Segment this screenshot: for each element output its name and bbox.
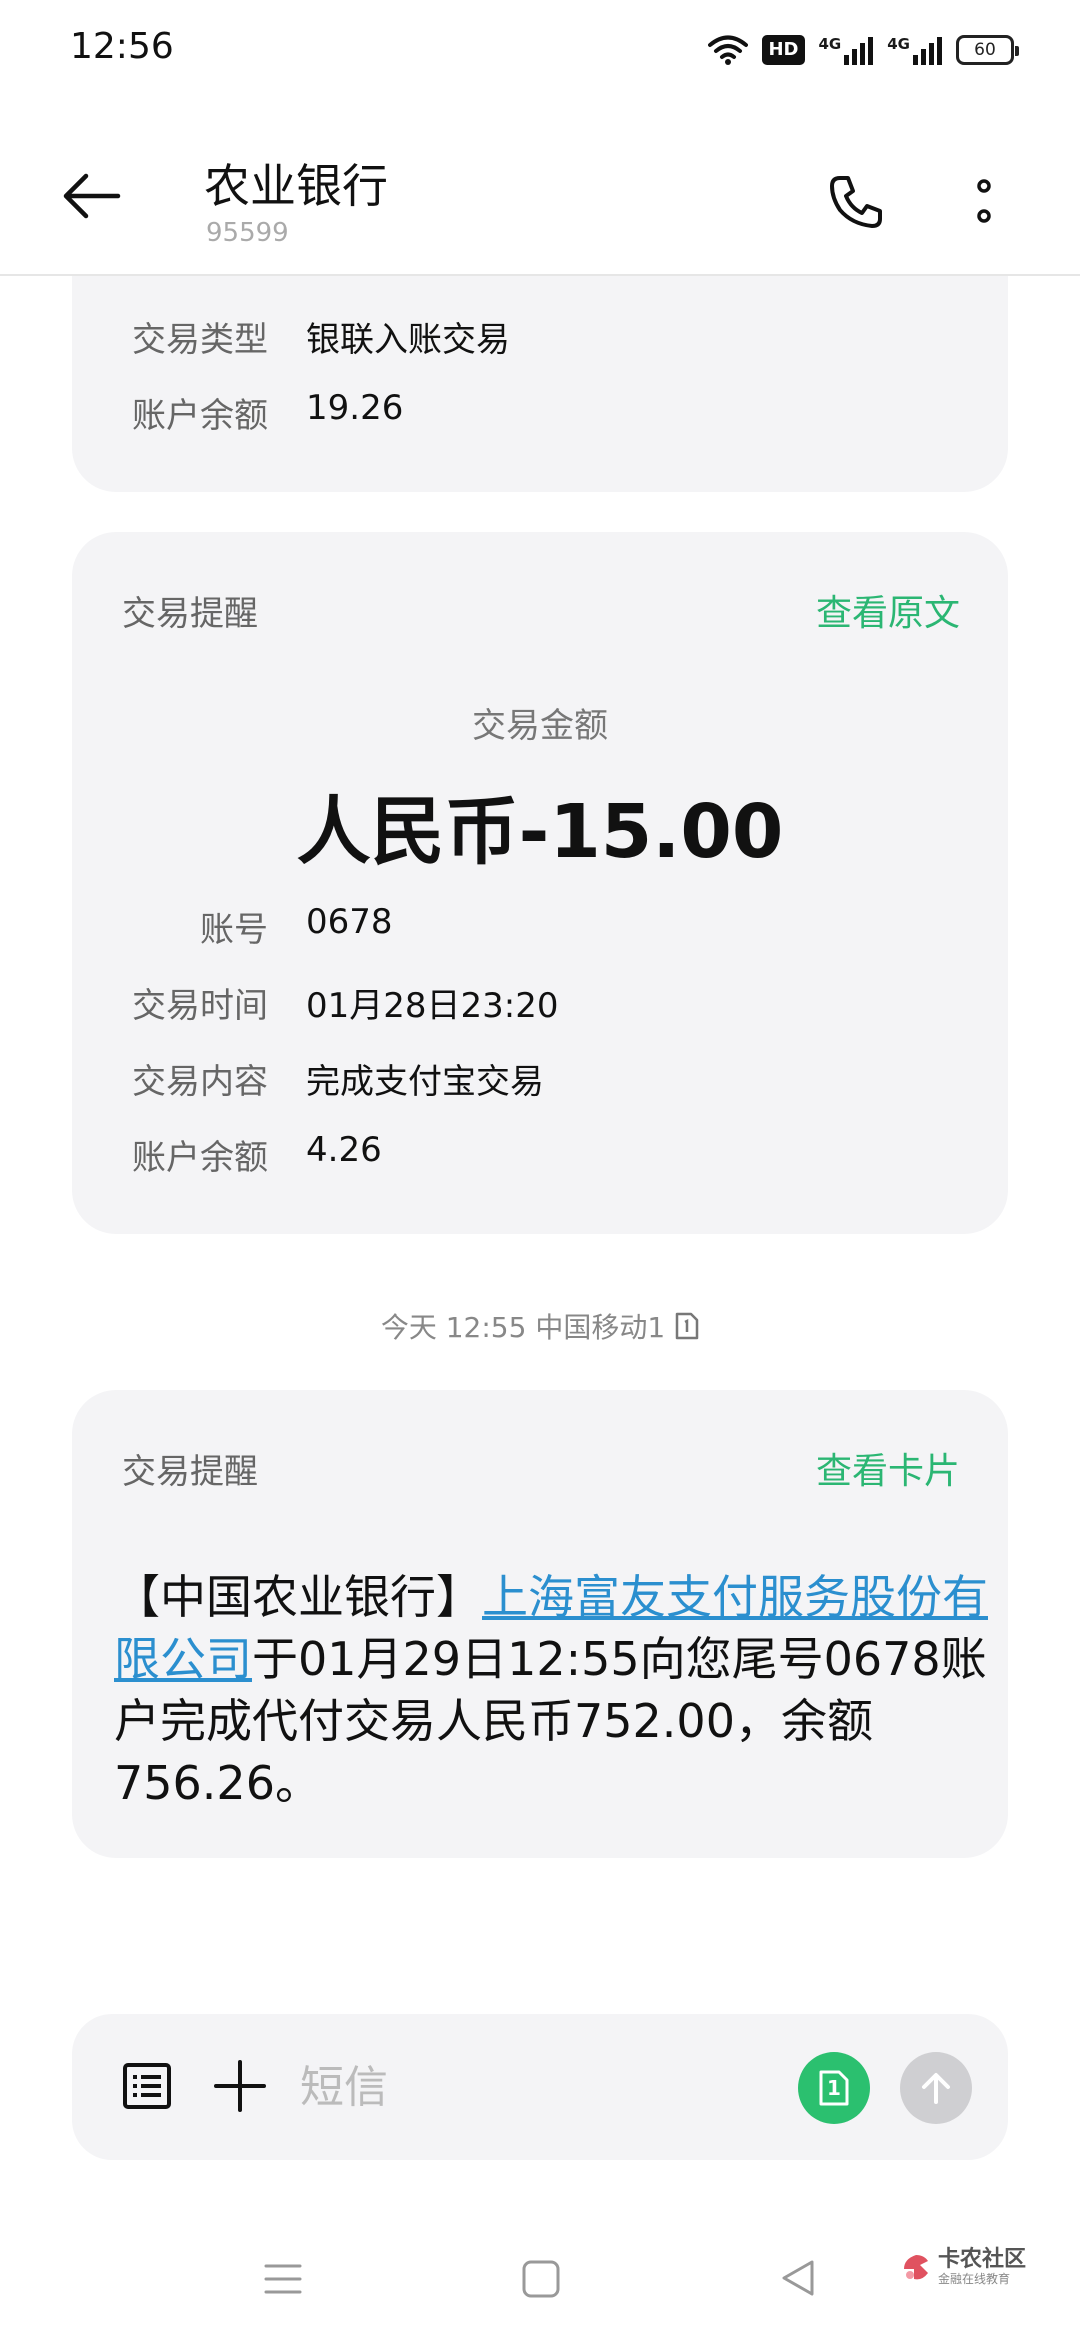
detail-label: 交易内容	[132, 1062, 268, 1102]
quick-reply-button[interactable]	[122, 2062, 172, 2110]
detail-label: 交易时间	[132, 986, 268, 1026]
sim-number: 1	[827, 2076, 841, 2100]
back-arrow-icon	[63, 173, 121, 219]
detail-value: 01月28日23:20	[306, 986, 559, 1026]
sim-card-icon	[675, 1312, 699, 1340]
signal-1-icon: 4G	[819, 35, 874, 65]
more-options-button[interactable]	[966, 172, 1002, 232]
detail-label: 账号	[200, 910, 268, 950]
phone-icon	[830, 176, 882, 228]
send-button[interactable]	[900, 2052, 972, 2124]
conversation-header: 农业银行 95599	[0, 96, 1080, 276]
back-button[interactable]	[60, 168, 124, 224]
menu-icon	[264, 2264, 302, 2294]
message-card-transaction[interactable]: 交易提醒 查看原文 交易金额 人民币-15.00 账号 0678 交易时间 01…	[72, 532, 1008, 1234]
message-prefix: 【中国农业银行】	[114, 1570, 482, 1624]
detail-row: 账号 0678	[72, 902, 1008, 952]
recent-apps-button[interactable]	[262, 2258, 304, 2300]
contact-number: 95599	[206, 218, 289, 248]
detail-row: 交易类型 银联入账交易	[72, 312, 1008, 362]
amount-label: 交易金额	[472, 706, 608, 746]
hd-voice-badge: HD	[762, 35, 805, 65]
card-header: 交易提醒	[122, 594, 258, 634]
status-time: 12:56	[70, 26, 174, 67]
message-composer: 1	[72, 2014, 1008, 2160]
net-label-1: 4G	[818, 35, 842, 53]
message-card-text[interactable]: 交易提醒 查看卡片 【中国农业银行】上海富友支付服务股份有限公司于01月29日1…	[72, 1390, 1008, 1858]
watermark: 卡农社区 金融在线教育	[900, 2248, 1026, 2286]
status-bar: 12:56 HD 4G 4G 60	[0, 0, 1080, 96]
sim-select-button[interactable]: 1	[798, 2052, 870, 2124]
watermark-logo-icon	[904, 2255, 928, 2280]
timestamp-text: 今天 12:55 中国移动1	[380, 1311, 666, 1344]
sms-input[interactable]	[300, 2052, 740, 2122]
watermark-sub: 金融在线教育	[938, 2272, 1011, 2286]
nav-back-button[interactable]	[778, 2256, 818, 2300]
detail-row: 交易内容 完成支付宝交易	[72, 1054, 1008, 1104]
detail-value: 0678	[306, 902, 393, 942]
wifi-icon	[708, 35, 749, 65]
detail-label: 账户余额	[132, 396, 268, 436]
battery-icon: 60	[956, 35, 1019, 65]
detail-label: 交易类型	[132, 320, 268, 360]
message-body: 【中国农业银行】上海富友支付服务股份有限公司于01月29日12:55向您尾号06…	[114, 1566, 994, 1814]
home-square-icon	[522, 2260, 560, 2298]
watermark-main: 卡农社区	[938, 2247, 1027, 2272]
detail-row: 账户余额 19.26	[72, 388, 1008, 438]
attach-button[interactable]	[212, 2058, 268, 2114]
contact-title: 农业银行	[204, 159, 388, 213]
detail-value: 完成支付宝交易	[306, 1062, 544, 1102]
message-timestamp: 今天 12:55 中国移动1	[0, 1306, 1080, 1346]
detail-row: 交易时间 01月28日23:20	[72, 978, 1008, 1028]
card-header: 交易提醒	[122, 1452, 258, 1492]
view-original-link[interactable]: 查看原文	[816, 584, 960, 636]
watermark-text: 卡农社区 金融在线教育	[938, 2247, 1027, 2287]
more-vert-icon	[977, 179, 991, 223]
detail-label: 账户余额	[132, 1138, 268, 1178]
status-icons: HD 4G 4G 60	[708, 30, 1019, 70]
view-card-link[interactable]: 查看卡片	[816, 1442, 960, 1494]
list-icon	[123, 2063, 171, 2109]
message-card-previous[interactable]: 交易类型 银联入账交易 账户余额 19.26	[72, 276, 1008, 492]
home-button[interactable]	[520, 2258, 562, 2300]
amount-value: 人民币-15.00	[296, 789, 784, 875]
net-label-2: 4G	[887, 35, 910, 53]
signal-2-icon: 4G	[887, 35, 942, 65]
detail-value: 银联入账交易	[306, 320, 510, 360]
call-button[interactable]	[826, 172, 886, 232]
detail-row: 账户余额 4.26	[72, 1130, 1008, 1180]
send-arrow-up-icon	[922, 2073, 950, 2104]
detail-value: 19.26	[306, 388, 404, 428]
plus-icon	[214, 2060, 266, 2112]
detail-value: 4.26	[306, 1130, 382, 1170]
back-triangle-icon	[782, 2260, 814, 2296]
